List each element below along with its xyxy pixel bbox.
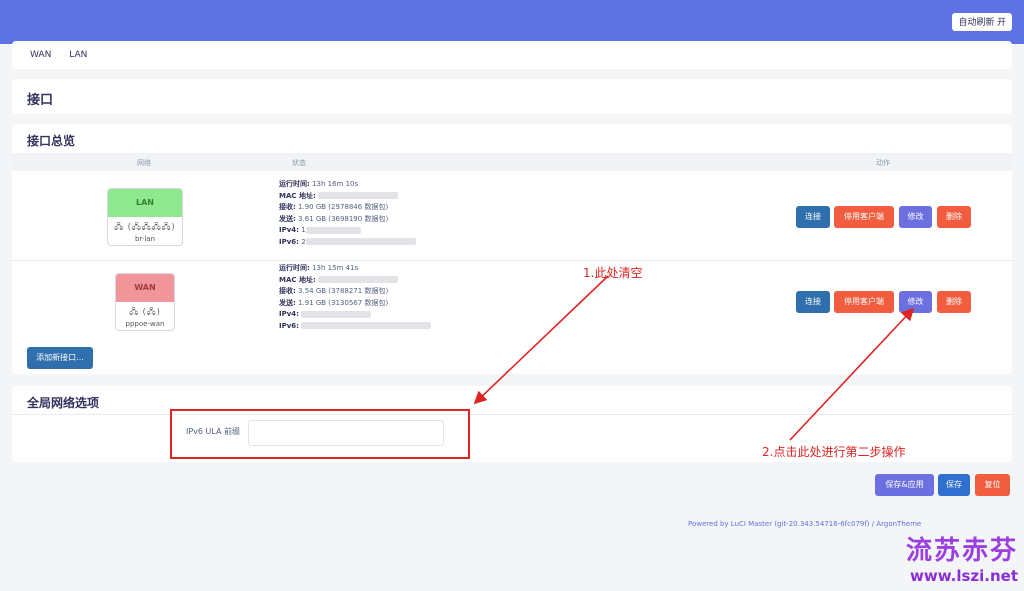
annotation-box — [170, 409, 470, 459]
wan-status: 运行时间: 13h 15m 41s MAC 地址: 接收: 3.54 GB (3… — [279, 263, 432, 333]
lan-stop-button[interactable]: 停用客户端 — [834, 206, 894, 228]
page-title-card: 接口 — [12, 79, 1012, 114]
auto-refresh-button[interactable]: 自动刷新 开 — [952, 13, 1012, 31]
column-actions: 动作 — [876, 159, 890, 167]
wan-badge-name: WAN — [116, 274, 174, 302]
watermark: 流苏赤芬 www.lszi.net — [906, 530, 1018, 585]
row-divider — [12, 260, 1012, 261]
save-button[interactable]: 保存 — [938, 474, 970, 496]
wan-delete-button[interactable]: 删除 — [937, 291, 971, 313]
column-status: 状态 — [292, 159, 306, 167]
wan-edit-button[interactable]: 修改 — [899, 291, 932, 313]
lan-connect-button[interactable]: 连接 — [796, 206, 830, 228]
wan-stop-button[interactable]: 停用客户端 — [834, 291, 894, 313]
wan-device-name: pppoe-wan — [125, 320, 165, 328]
page-title: 接口 — [27, 93, 54, 108]
watermark-url: www.lszi.net — [910, 567, 1018, 585]
lan-device-name: br-lan — [134, 235, 156, 243]
wan-interface-badge[interactable]: WAN 🖧 (🖧) pppoe-wan — [115, 273, 175, 331]
lan-interface-badge[interactable]: LAN 🖧 (🖧🖧🖧🖧) br-lan — [107, 188, 183, 246]
overview-title: 接口总览 — [27, 134, 76, 148]
lan-delete-button[interactable]: 删除 — [937, 206, 971, 228]
annotation-step2: 2.点击此处进行第二步操作 — [762, 445, 906, 459]
footer-text: Powered by LuCI Master (git-20.343.54716… — [688, 520, 922, 528]
wan-connect-button[interactable]: 连接 — [796, 291, 830, 313]
table-header: 网络 状态 动作 — [12, 153, 1012, 171]
reset-button[interactable]: 复位 — [975, 474, 1010, 496]
network-port-icon: 🖧 (🖧🖧🖧🖧) — [114, 222, 176, 231]
annotation-step1: 1.此处清空 — [583, 266, 643, 280]
watermark-name: 流苏赤芬 — [905, 536, 1018, 566]
lan-edit-button[interactable]: 修改 — [899, 206, 932, 228]
network-port-icon: 🖧 (🖧) — [129, 307, 161, 316]
tab-wan[interactable]: WAN — [30, 50, 51, 60]
section-divider — [12, 414, 1012, 415]
save-apply-button[interactable]: 保存&应用 — [875, 474, 934, 496]
interface-overview-card: 接口总览 网络 状态 动作 LAN 🖧 (🖧🖧🖧🖧) br-lan 运行时间: … — [12, 124, 1012, 374]
add-interface-button[interactable]: 添加新接口... — [27, 347, 93, 369]
lan-badge-name: LAN — [108, 189, 182, 217]
interface-tabs: WAN LAN — [12, 41, 1012, 69]
column-network: 网络 — [137, 159, 151, 167]
global-options-title: 全局网络选项 — [27, 396, 100, 410]
lan-status: 运行时间: 13h 16m 10s MAC 地址: 接收: 1.90 GB (2… — [279, 179, 416, 249]
top-bar: 自动刷新 开 — [0, 0, 1024, 44]
tab-lan[interactable]: LAN — [69, 50, 87, 60]
